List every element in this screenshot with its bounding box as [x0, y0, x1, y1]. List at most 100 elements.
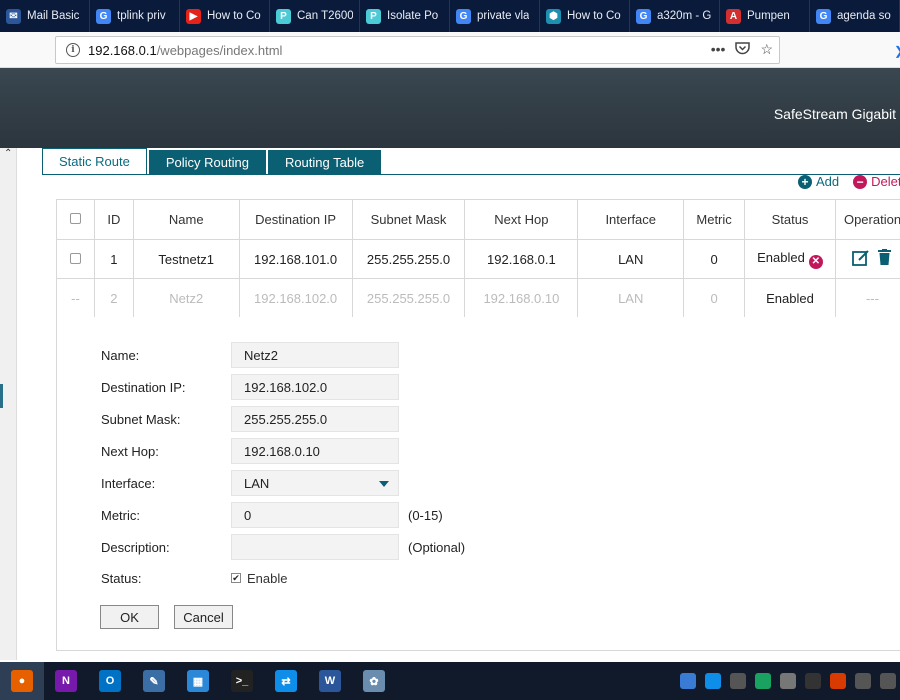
tray-office-icon[interactable]: [830, 673, 846, 689]
tab-underline: [42, 174, 900, 175]
browser-tab-title: Can T2600: [297, 10, 353, 22]
interface-value: LAN: [244, 475, 270, 491]
taskbar-app[interactable]: ✿: [352, 662, 396, 700]
table-header-row: ID Name Destination IP Subnet Mask Next …: [56, 199, 900, 240]
destination-ip-field[interactable]: 192.168.102.0: [231, 374, 399, 400]
route-tabs: Static Route Policy Routing Routing Tabl…: [42, 148, 383, 175]
browser-tab[interactable]: P Can T2600: [270, 0, 360, 32]
cell-destination-ip: 192.168.101.0: [238, 239, 353, 279]
taskbar-app[interactable]: N: [44, 662, 88, 700]
description-field[interactable]: [231, 534, 399, 560]
bookmark-star-icon[interactable]: ☆: [760, 41, 773, 58]
cell-name: Netz2: [132, 278, 240, 318]
status-label: Status:: [101, 570, 142, 586]
column-header-operation: Operation: [834, 199, 900, 240]
disable-icon[interactable]: ✕: [808, 254, 823, 269]
delete-icon[interactable]: [877, 249, 891, 269]
tplink-icon: P: [366, 8, 381, 24]
plus-icon: +: [798, 174, 812, 189]
route-edit-panel: Name: Netz2 Destination IP: 192.168.102.…: [56, 317, 900, 651]
select-all-checkbox[interactable]: [69, 213, 81, 224]
youtube-icon: ▶: [186, 8, 201, 24]
cell-next-hop: 192.168.0.1: [464, 239, 579, 279]
row-select-cell[interactable]: [56, 239, 95, 279]
tray-nx-icon[interactable]: [730, 673, 746, 689]
taskbar-app[interactable]: >_: [220, 662, 264, 700]
next-hop-field[interactable]: 192.168.0.10: [231, 438, 399, 464]
pocket-icon[interactable]: [735, 41, 751, 58]
form-row-status: Status: ✔ Enable: [101, 565, 287, 591]
cell-interface: LAN: [577, 278, 685, 318]
row-checkbox[interactable]: [69, 252, 81, 264]
google-icon: G: [456, 8, 471, 24]
tab-static-route[interactable]: Static Route: [42, 148, 147, 175]
browser-tab[interactable]: ▶ How to Co: [180, 0, 270, 32]
taskbar-app[interactable]: ●: [0, 662, 44, 700]
description-hint: (Optional): [408, 539, 466, 555]
tray-teamviewer-icon[interactable]: [705, 673, 721, 689]
scroll-up-icon[interactable]: ⌃: [4, 148, 12, 159]
browser-tab[interactable]: ⬢ How to Co: [540, 0, 630, 32]
browser-tab-title: a320m - G: [657, 10, 712, 22]
cell-id: 2: [93, 278, 134, 318]
enable-checkbox[interactable]: ✔: [231, 573, 241, 583]
taskbar-app[interactable]: O: [88, 662, 132, 700]
overflow-arrow-icon[interactable]: ❯: [894, 44, 900, 58]
taskbar-app[interactable]: ⇄: [264, 662, 308, 700]
mail-icon: ✉: [6, 8, 21, 24]
browser-tab[interactable]: ✉ Mail Basic: [0, 0, 90, 32]
paint-icon: ✿: [363, 670, 385, 692]
table-row-editing[interactable]: -- 2 Netz2 192.168.102.0 255.255.255.0 1…: [56, 278, 900, 318]
browser-tab-bar: ✉ Mail Basic Gtplink priv ▶ How to Co P Can T2…: [0, 0, 900, 32]
delete-button[interactable]: − Delete: [853, 174, 900, 189]
network-icon: ▦: [187, 670, 209, 692]
page-actions-menu-icon[interactable]: •••: [711, 41, 726, 58]
edit-icon[interactable]: [852, 249, 870, 269]
browser-tab-title: private vla: [477, 10, 530, 22]
taskbar-app[interactable]: ✎: [132, 662, 176, 700]
add-label: Add: [816, 174, 840, 189]
url-bar[interactable]: i 192.168.0.1/webpages/index.html ••• ☆: [55, 36, 780, 64]
column-header-interface: Interface: [577, 199, 685, 240]
tray-speaker-icon[interactable]: [880, 673, 896, 689]
tray-vpn-icon[interactable]: [780, 673, 796, 689]
browser-tab[interactable]: P Isolate Po: [360, 0, 450, 32]
table-row[interactable]: 1 Testnetz1 192.168.101.0 255.255.255.0 …: [56, 239, 900, 279]
tray-cloud-icon[interactable]: [755, 673, 771, 689]
form-row-metric: Metric: 0 (0-15): [101, 502, 443, 528]
firefox-icon: ●: [11, 670, 33, 692]
browser-tab[interactable]: Ga320m - G: [630, 0, 720, 32]
url-path: /webpages/index.html: [156, 42, 283, 58]
browser-tab[interactable]: Gagenda so: [810, 0, 900, 32]
interface-select[interactable]: LAN: [231, 470, 399, 496]
taskbar-app[interactable]: ▦: [176, 662, 220, 700]
subnet-mask-field[interactable]: 255.255.255.0: [231, 406, 399, 432]
site-info-icon[interactable]: i: [66, 43, 80, 57]
browser-tab[interactable]: Gprivate vla: [450, 0, 540, 32]
cancel-button[interactable]: Cancel: [174, 605, 233, 629]
browser-tab[interactable]: Gtplink priv: [90, 0, 180, 32]
tab-policy-routing[interactable]: Policy Routing: [148, 150, 266, 175]
router-header: SafeStream Gigabit: [0, 68, 900, 148]
tray-network-icon[interactable]: [855, 673, 871, 689]
browser-tab-title: Pumpen: [747, 10, 790, 22]
terminal-icon: >_: [231, 670, 253, 692]
interface-label: Interface:: [101, 475, 156, 491]
metric-field[interactable]: 0: [231, 502, 399, 528]
cell-status: Enabled ✕: [744, 239, 836, 279]
ok-button[interactable]: OK: [100, 605, 159, 629]
next-hop-label: Next Hop:: [101, 443, 159, 459]
browser-tab[interactable]: A Pumpen: [720, 0, 810, 32]
tab-routing-table[interactable]: Routing Table: [267, 150, 382, 175]
teamviewer-icon: ⇄: [275, 670, 297, 692]
word-icon: W: [319, 670, 341, 692]
select-all-cell[interactable]: [56, 199, 95, 240]
tray-shield-icon[interactable]: [805, 673, 821, 689]
taskbar-app[interactable]: W: [308, 662, 352, 700]
left-scroll-strip[interactable]: ⌃: [0, 148, 17, 660]
name-field[interactable]: Netz2: [231, 342, 399, 368]
add-button[interactable]: + Add: [798, 174, 839, 189]
tray-app-icon[interactable]: [680, 673, 696, 689]
cell-subnet-mask: 255.255.255.0: [351, 278, 466, 318]
description-label: Description:: [101, 539, 170, 555]
